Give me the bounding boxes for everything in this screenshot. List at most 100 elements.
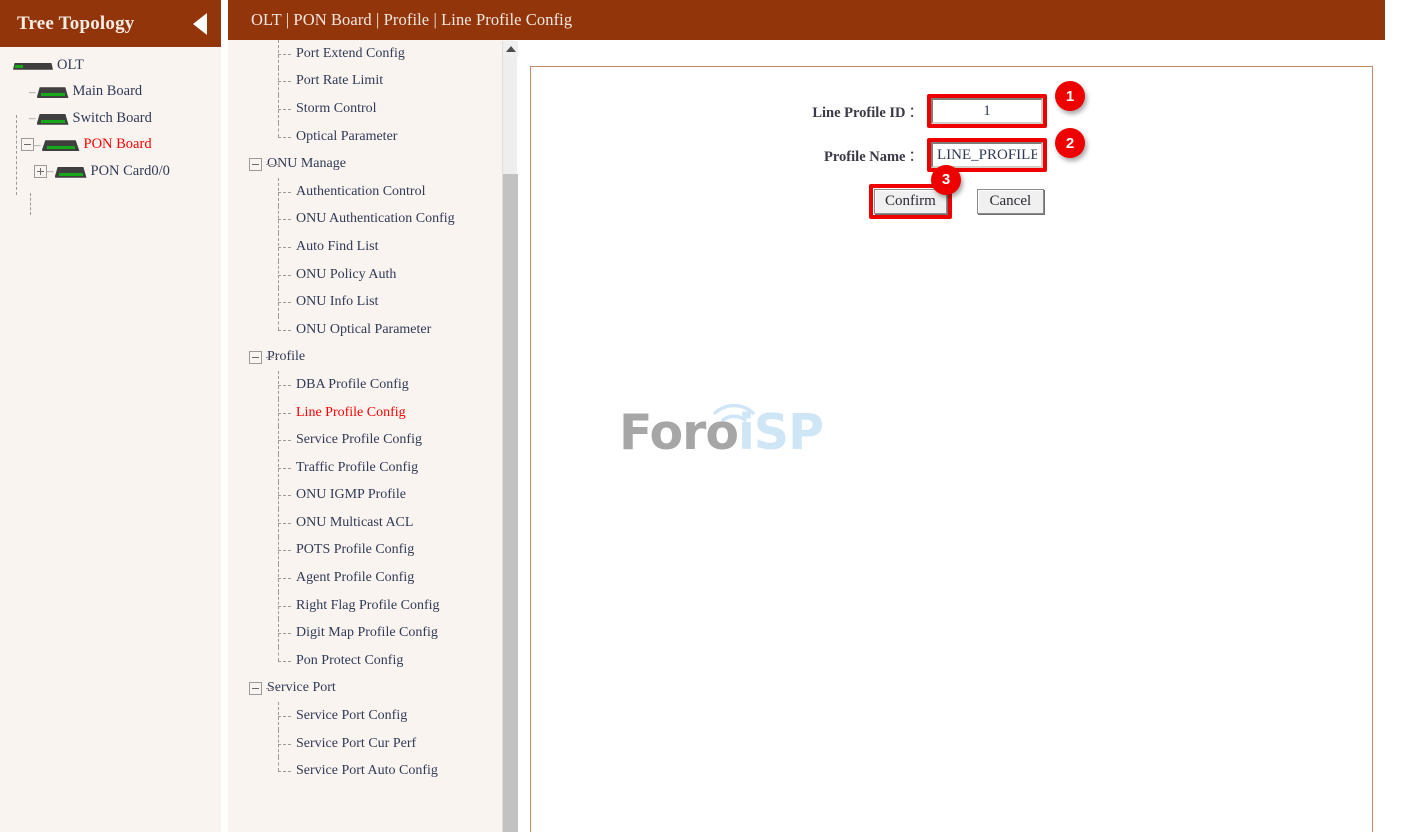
confirm-button[interactable]: Confirm — [874, 188, 947, 214]
nav-item-pots-profile-config[interactable]: POTS Profile Config — [236, 536, 513, 565]
tree-expander-minus-icon[interactable] — [249, 350, 262, 364]
nav-item-label: Optical Parameter — [296, 128, 398, 144]
device-tree: OLT – Main Board – Switch Board – PON Bo… — [0, 47, 221, 215]
tree-expander-minus-icon[interactable] — [249, 157, 262, 171]
tree-node-olt[interactable]: OLT — [0, 52, 221, 79]
nav-item-onu-authentication-config[interactable]: ONU Authentication Config — [236, 205, 513, 234]
device-board-icon — [36, 85, 69, 99]
tree-connector — [278, 191, 291, 193]
nav-item-dba-profile-config[interactable]: DBA Profile Config — [236, 371, 513, 399]
nav-item-authentication-control[interactable]: Authentication Control — [236, 177, 513, 206]
breadcrumb: OLT | PON Board | Profile | Line Profile… — [251, 10, 573, 29]
content-area: Line Profile ID： 1 Profile Name： — [519, 40, 1385, 832]
nav-item-label: Service Profile Config — [296, 432, 422, 448]
device-board-icon — [36, 112, 69, 125]
tree-connector — [278, 716, 291, 718]
device-board-icon — [41, 138, 80, 152]
tree-connector — [278, 605, 291, 607]
tree-connector — [278, 274, 291, 276]
breadcrumb-bar: OLT | PON Board | Profile | Line Profile… — [228, 0, 1385, 40]
nav-item-traffic-profile-config[interactable]: Traffic Profile Config — [236, 453, 513, 482]
nav-item-storm-control[interactable]: Storm Control — [236, 95, 513, 123]
nav-item-onu-info-list[interactable]: ONU Info List — [236, 288, 513, 316]
tree-connector — [278, 660, 291, 662]
nav-item-label: Service Port Config — [296, 708, 408, 724]
line-profile-id-input[interactable] — [931, 98, 1043, 124]
tree-expander-minus-icon[interactable] — [21, 138, 34, 152]
navigation-list: Port Extend Config Port Rate Limit Storm C… — [228, 40, 513, 785]
tree-connector: – — [34, 136, 40, 152]
tree-connector — [278, 578, 291, 580]
scroll-up-button[interactable] — [503, 41, 518, 57]
tree-node-pon-board[interactable]: – PON Board — [0, 132, 221, 159]
tree-expander-plus-icon[interactable] — [34, 164, 47, 178]
nav-item-onu-policy-auth[interactable]: ONU Policy Auth — [236, 260, 513, 289]
tree-connector — [278, 440, 291, 442]
tree-connector — [266, 164, 278, 166]
triangle-left-icon[interactable] — [193, 13, 207, 35]
tree-node-pon-card[interactable]: – PON Card0/0 — [0, 158, 221, 185]
nav-item-port-rate-limit[interactable]: Port Rate Limit — [236, 67, 513, 96]
tree-expander-minus-icon[interactable] — [249, 681, 262, 695]
nav-item-auto-find-list[interactable]: Auto Find List — [236, 233, 513, 261]
nav-item-label: Service Port Cur Perf — [296, 735, 417, 751]
tree-connector — [278, 633, 291, 635]
nav-item-label: Agent Profile Config — [296, 570, 415, 586]
annotation-badge-1: 1 — [1055, 81, 1085, 111]
tree-connector — [278, 246, 291, 248]
nav-item-pon-protect-config[interactable]: Pon Protect Config — [236, 647, 513, 675]
nav-item-agent-profile-config[interactable]: Agent Profile Config — [236, 564, 513, 592]
scrollbar-thumb[interactable] — [503, 174, 518, 832]
nav-item-label: ONU Info List — [296, 294, 379, 310]
line-profile-form: Line Profile ID： 1 Profile Name： — [531, 81, 1372, 221]
tree-connector — [278, 412, 291, 414]
nav-item-port-extend-config[interactable]: Port Extend Config — [236, 40, 513, 68]
cancel-button[interactable]: Cancel — [976, 188, 1044, 214]
tree-connector — [278, 757, 279, 772]
tree-topology-sidebar: Tree Topology OLT – Main Board – Switch … — [0, 0, 221, 832]
tree-connector: – — [29, 110, 35, 126]
line-profile-id-label: Line Profile ID： — [812, 104, 923, 121]
tree-node-main-board[interactable]: – Main Board — [0, 79, 221, 106]
tree-node-switch-board[interactable]: – Switch Board — [0, 105, 221, 132]
navigation-scrollbar[interactable] — [502, 41, 518, 832]
nav-group-label: ONU Manage — [267, 156, 346, 172]
navigation-menu[interactable]: Port Extend Config Port Rate Limit Storm C… — [228, 40, 513, 832]
nav-group-onu-manage[interactable]: ONU Manage — [236, 150, 513, 178]
nav-item-label: Port Extend Config — [296, 45, 405, 61]
tree-connector — [278, 315, 279, 330]
nav-group-profile[interactable]: Profile — [236, 344, 513, 372]
nav-item-label: Line Profile Config — [296, 404, 406, 420]
nav-item-label: Traffic Profile Config — [296, 459, 419, 475]
nav-item-label: ONU IGMP Profile — [296, 487, 406, 503]
tree-connector — [266, 688, 278, 690]
nav-item-digit-map-profile-config[interactable]: Digit Map Profile Config — [236, 619, 513, 648]
tree-connector — [278, 743, 291, 745]
nav-item-line-profile-config[interactable]: Line Profile Config — [236, 398, 513, 427]
profile-name-label: Profile Name： — [824, 148, 923, 165]
profile-name-input-wrap: 2 — [927, 128, 1085, 172]
nav-item-label: Storm Control — [296, 100, 377, 116]
nav-item-service-port-cur-perf[interactable]: Service Port Cur Perf — [236, 729, 513, 758]
nav-item-service-port-config[interactable]: Service Port Config — [236, 702, 513, 730]
nav-item-label: Service Port Auto Config — [296, 763, 438, 779]
nav-item-label: ONU Policy Auth — [296, 266, 397, 282]
tree-connector — [266, 357, 278, 359]
form-actions: Confirm 3 Cancel — [531, 164, 1372, 221]
nav-item-service-profile-config[interactable]: Service Profile Config — [236, 426, 513, 454]
nav-item-optical-parameter[interactable]: Optical Parameter — [236, 122, 513, 151]
nav-item-label: Right Flag Profile Config — [296, 597, 440, 613]
tree-node-label: PON Board — [83, 136, 152, 153]
nav-item-onu-optical-parameter[interactable]: ONU Optical Parameter — [236, 315, 513, 344]
profile-name-input[interactable] — [931, 142, 1043, 168]
tree-connector — [278, 550, 291, 552]
nav-item-onu-igmp-profile[interactable]: ONU IGMP Profile — [236, 481, 513, 510]
nav-item-label: Auto Find List — [296, 238, 379, 254]
annotation-badge-3: 3 — [931, 164, 961, 195]
nav-item-label: ONU Authentication Config — [296, 211, 455, 227]
nav-item-service-port-auto-config[interactable]: Service Port Auto Config — [236, 757, 513, 785]
nav-item-onu-multicast-acl[interactable]: ONU Multicast ACL — [236, 509, 513, 537]
foroisp-watermark: ForoiSP — [619, 389, 824, 469]
nav-group-service-port[interactable]: Service Port — [236, 675, 513, 703]
nav-item-right-flag-profile-config[interactable]: Right Flag Profile Config — [236, 591, 513, 620]
